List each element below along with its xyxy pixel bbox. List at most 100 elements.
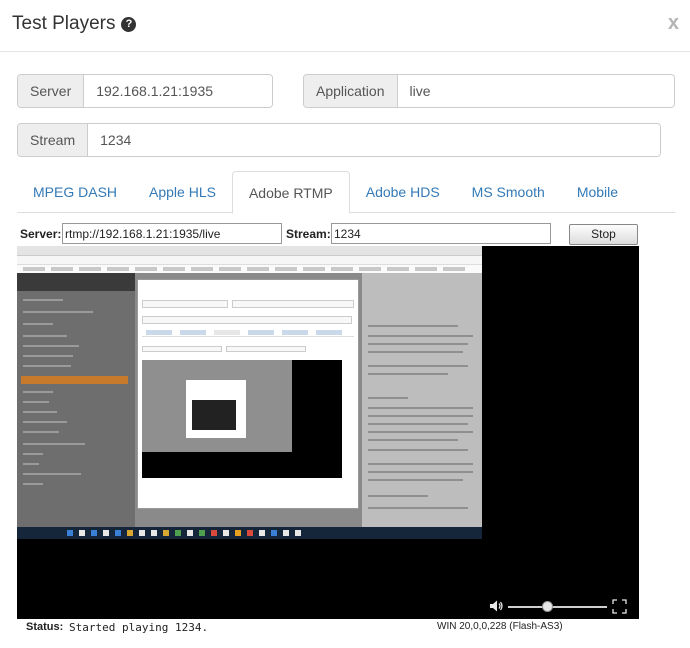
close-icon[interactable]: x (668, 12, 679, 35)
player-version: WIN 20,0,0,228 (Flash-AS3) (437, 621, 563, 632)
video-taskbar-icon (91, 530, 97, 536)
application-input[interactable]: live (397, 75, 674, 107)
video-browser-address-bar (17, 256, 482, 265)
video-bookmark (443, 267, 465, 271)
question-circle-icon[interactable]: ? (121, 16, 137, 32)
player-tabs: MPEG DASH Apple HLS Adobe RTMP Adobe HDS… (17, 171, 675, 214)
video-right-line (368, 471, 473, 473)
tab-apple-hls[interactable]: Apple HLS (133, 171, 232, 213)
player-stream-input[interactable]: 1234 (331, 223, 551, 244)
video-taskbar-icon (271, 530, 277, 536)
video-taskbar-icon (199, 530, 205, 536)
server-group: Server 192.168.1.21:1935 (17, 74, 273, 108)
video-taskbar-icon (259, 530, 265, 536)
video-taskbar-icon (175, 530, 181, 536)
video-sidebar-line (23, 345, 79, 347)
video-sidebar-line (23, 411, 57, 413)
video-taskbar-icon (223, 530, 229, 536)
video-right-line (368, 439, 458, 441)
video-nested-tab (214, 330, 240, 335)
video-right-line (368, 335, 473, 337)
video-sidebar-line (23, 391, 53, 393)
video-bookmark (79, 267, 101, 271)
video-sidebar-line (23, 335, 67, 337)
video-right-line (368, 365, 468, 367)
video-sidebar-line (23, 355, 73, 357)
video-sidebar-line (23, 483, 43, 485)
video-nested-tab (248, 330, 274, 335)
video-right-line (368, 449, 468, 451)
video-right-line (368, 351, 463, 353)
video-sidebar (17, 273, 135, 539)
video-right-line (368, 343, 468, 345)
application-group: Application live (303, 74, 675, 108)
video-taskbar-icon (211, 530, 217, 536)
video-nested-tab (180, 330, 206, 335)
video-bookmark (191, 267, 213, 271)
video-bookmark (387, 267, 409, 271)
stream-input[interactable]: 1234 (88, 124, 660, 156)
volume-slider-track[interactable] (508, 606, 607, 608)
video-nested-box (142, 316, 352, 324)
video-right-line (368, 463, 473, 465)
modal-title: Test Players ? (12, 13, 137, 35)
status-label: Status: (26, 621, 64, 633)
video-right-line (368, 423, 468, 425)
video-nested-box (232, 300, 354, 308)
video-bookmark (23, 267, 45, 271)
tab-adobe-rtmp[interactable]: Adobe RTMP (231, 171, 350, 214)
video-sidebar-line (23, 401, 49, 403)
stop-button[interactable]: Stop (569, 224, 638, 245)
video-nested-box (226, 346, 306, 352)
application-label: Application (304, 75, 398, 107)
video-sidebar-line (23, 421, 67, 423)
video-player[interactable] (17, 246, 639, 619)
server-input[interactable]: 192.168.1.21:1935 (84, 75, 272, 107)
fullscreen-icon[interactable] (612, 599, 627, 614)
video-sidebar-line (23, 453, 43, 455)
tab-mpeg-dash[interactable]: MPEG DASH (17, 171, 133, 213)
tab-mobile[interactable]: Mobile (561, 171, 634, 213)
video-taskbar-icon (163, 530, 169, 536)
video-frame (17, 246, 482, 539)
video-bookmark (163, 267, 185, 271)
video-taskbar-icon (67, 530, 73, 536)
video-sidebar-active (21, 376, 128, 384)
video-bookmark (275, 267, 297, 271)
video-bookmark (359, 267, 381, 271)
stream-label: Stream (18, 124, 89, 156)
video-right-panel (362, 273, 482, 539)
video-taskbar-icon (295, 530, 301, 536)
video-sidebar-line (23, 463, 39, 465)
video-sidebar-line (23, 431, 59, 433)
tab-ms-smooth[interactable]: MS Smooth (456, 171, 561, 213)
video-taskbar-icon (187, 530, 193, 536)
video-nested-inner (142, 360, 292, 452)
volume-slider-handle[interactable] (542, 601, 554, 612)
video-nested-tabline (142, 336, 354, 337)
video-nested-box (142, 300, 228, 308)
video-sidebar-head (17, 273, 135, 291)
video-taskbar-icon (103, 530, 109, 536)
video-taskbar-icon (115, 530, 121, 536)
video-taskbar-icon (235, 530, 241, 536)
video-sidebar-line (23, 323, 53, 325)
video-bookmark (247, 267, 269, 271)
video-nested-tab (146, 330, 172, 335)
tab-adobe-hds[interactable]: Adobe HDS (350, 171, 456, 213)
video-right-line (368, 397, 408, 399)
player-controls: Server: rtmp://192.168.1.21:1935/live St… (17, 222, 638, 246)
video-right-line (368, 415, 473, 417)
video-nested-modal (137, 279, 359, 509)
video-bookmark (219, 267, 241, 271)
video-taskbar-icon (151, 530, 157, 536)
video-taskbar-icon (283, 530, 289, 536)
player-server-input[interactable]: rtmp://192.168.1.21:1935/live (62, 223, 282, 244)
modal-title-text: Test Players (12, 13, 116, 34)
video-taskbar (17, 527, 482, 539)
volume-icon[interactable] (489, 599, 503, 613)
video-bookmark (51, 267, 73, 271)
video-bookmark (415, 267, 437, 271)
player-stream-label: Stream: (286, 227, 331, 241)
video-bookmark (135, 267, 157, 271)
